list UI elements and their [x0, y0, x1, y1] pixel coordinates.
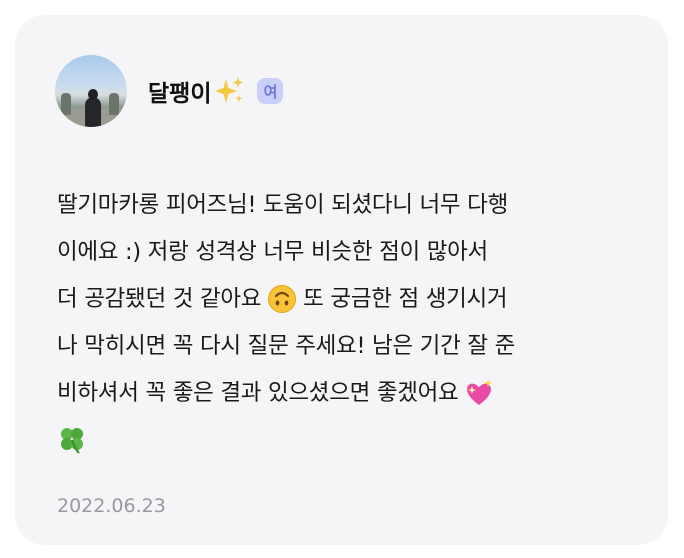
comment-header: 달팽이 여 [55, 55, 284, 127]
comment-line-text: 비하셔서 꼭 좋은 결과 있으셨으면 좋겠어요 [57, 379, 459, 406]
comment-line: 나 막히시면 꼭 다시 질문 주세요! 남은 기간 잘 준 [57, 332, 515, 359]
comment-line: 이에요 :) 저랑 성격상 너무 비슷한 점이 많아서 [57, 238, 488, 265]
comment-line: 딸기마카롱 피어즈님! 도움이 되셨다니 너무 다행 [57, 191, 508, 218]
sparkling-heart-emoji [467, 378, 493, 405]
comment-line-text: 더 공감됐던 것 같아요 [57, 285, 262, 312]
sparkles-emoji [215, 77, 244, 103]
gender-badge: 여 [257, 78, 284, 104]
comment-body: 딸기마카롱 피어즈님! 도움이 되셨다니 너무 다행 이에요 :) 저랑 성격상… [57, 181, 657, 463]
comment-line: 더 공감됐던 것 같아요 또 궁금한 점 생기시거 [57, 275, 657, 322]
author-name[interactable]: 달팽이 [148, 74, 245, 108]
author-name-text: 달팽이 [148, 81, 212, 107]
comment-line: 비하셔서 꼭 좋은 결과 있으셨으면 좋겠어요 [57, 369, 657, 416]
comment-card: 달팽이 여 딸기마카롱 피어즈님! 도움이 되셨다니 너무 다행 이에요 :) … [15, 15, 668, 545]
upside-down-face-emoji [268, 284, 297, 313]
comment-date: 2022.06.23 [57, 495, 166, 517]
comment-line [57, 416, 657, 463]
four-leaf-clover-emoji [61, 427, 83, 454]
comment-line-text: 또 궁금한 점 생기시거 [303, 285, 508, 312]
avatar[interactable] [55, 55, 127, 127]
